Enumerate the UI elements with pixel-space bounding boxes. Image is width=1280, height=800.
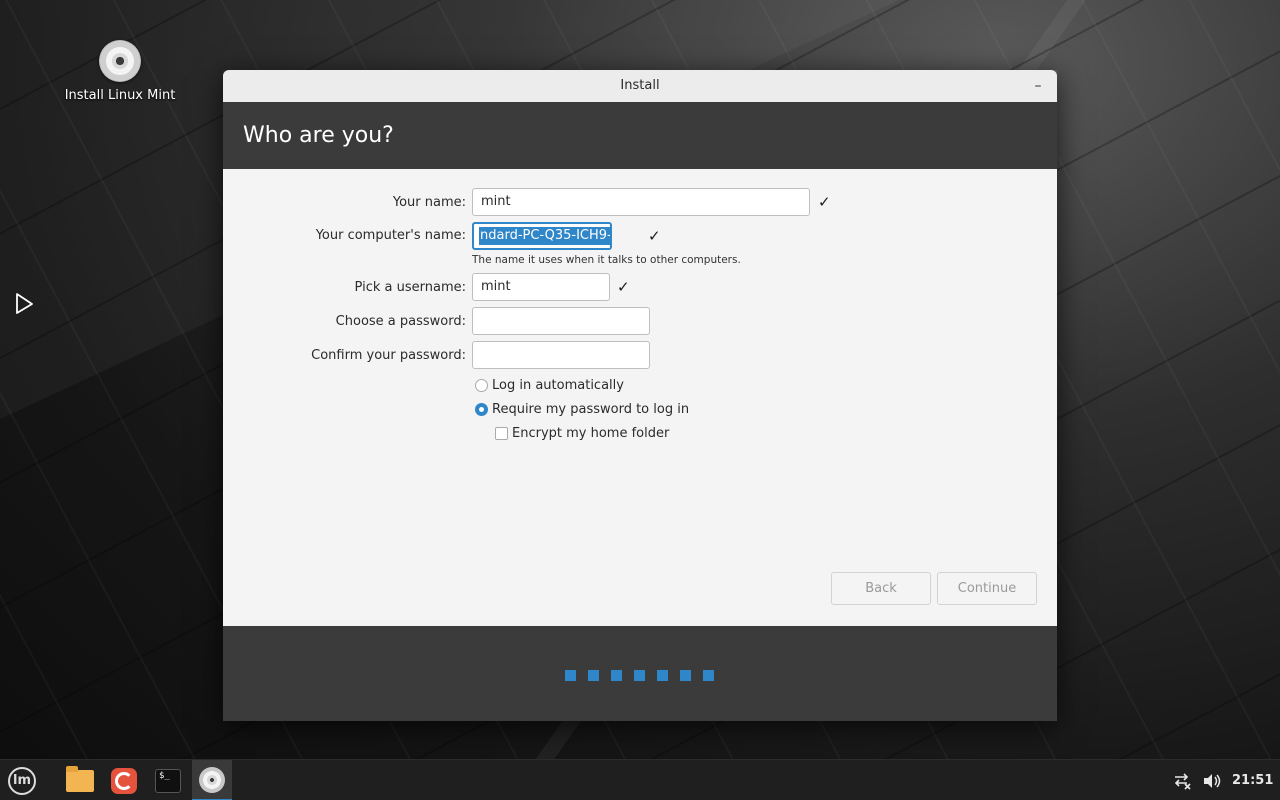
back-button[interactable]: Back [831, 572, 931, 605]
desktop-icon-label: Install Linux Mint [64, 88, 176, 103]
network-disconnected-icon[interactable] [1172, 772, 1192, 790]
computer-name-input[interactable]: ndard-PC-Q35-ICH9-2009 [472, 222, 612, 250]
install-window: Install – Who are you? Your name: mint ✓… [223, 70, 1057, 721]
password-input[interactable] [472, 307, 650, 335]
encrypt-home-label[interactable]: Encrypt my home folder [512, 426, 669, 441]
window-title: Install [620, 78, 660, 93]
name-input[interactable]: mint [472, 188, 810, 216]
progress-step [611, 670, 622, 681]
username-valid-check-icon: ✓ [617, 278, 630, 296]
system-tray: 21:51 [1172, 760, 1273, 800]
username-input[interactable]: mint [472, 273, 610, 301]
password-label: Choose a password: [335, 314, 466, 329]
progress-step [703, 670, 714, 681]
computer-name-selected-text: ndard-PC-Q35-ICH9-2009 [479, 227, 610, 245]
taskbar: lm $_ 21:51 [0, 759, 1280, 800]
installer-task-button[interactable] [192, 760, 232, 800]
computer-name-hint: The name it uses when it talks to other … [472, 254, 741, 266]
disc-icon [99, 40, 141, 82]
confirm-password-input[interactable] [472, 341, 650, 369]
clock[interactable]: 21:51 [1232, 773, 1273, 788]
install-progress-steps [565, 670, 714, 681]
auto-login-label[interactable]: Log in automatically [492, 378, 624, 393]
username-label: Pick a username: [354, 280, 466, 295]
progress-step [565, 670, 576, 681]
mouse-cursor-icon [16, 293, 33, 314]
terminal-launcher[interactable]: $_ [148, 760, 188, 800]
terminal-icon: $_ [155, 768, 181, 793]
files-launcher[interactable] [60, 760, 100, 800]
page-title: Who are you? [223, 102, 1057, 169]
linux-mint-logo-icon: lm [8, 766, 36, 795]
continue-button[interactable]: Continue [937, 572, 1037, 605]
install-linux-mint-desktop-icon[interactable]: Install Linux Mint [62, 40, 178, 103]
form-panel: Your name: mint ✓ Your computer's name: … [223, 169, 1057, 626]
progress-step [657, 670, 668, 681]
auto-login-radio[interactable] [475, 379, 488, 392]
folder-icon [66, 765, 94, 792]
computer-name-label: Your computer's name: [315, 228, 466, 243]
require-password-label[interactable]: Require my password to log in [492, 402, 689, 417]
volume-icon[interactable] [1202, 772, 1222, 790]
firefox-launcher[interactable] [104, 760, 144, 800]
progress-step [588, 670, 599, 681]
disc-icon [199, 766, 225, 793]
progress-step [634, 670, 645, 681]
name-label: Your name: [392, 195, 466, 210]
firefox-icon [111, 767, 137, 794]
menu-button[interactable]: lm [2, 760, 42, 800]
window-titlebar[interactable]: Install – [223, 70, 1057, 102]
confirm-password-label: Confirm your password: [311, 348, 466, 363]
computer-name-valid-check-icon: ✓ [648, 227, 661, 245]
minimize-button[interactable]: – [1029, 70, 1047, 102]
require-password-radio[interactable] [475, 403, 488, 416]
install-progress-footer [223, 626, 1057, 721]
name-valid-check-icon: ✓ [818, 193, 831, 211]
encrypt-home-checkbox[interactable] [495, 427, 508, 440]
progress-step [680, 670, 691, 681]
